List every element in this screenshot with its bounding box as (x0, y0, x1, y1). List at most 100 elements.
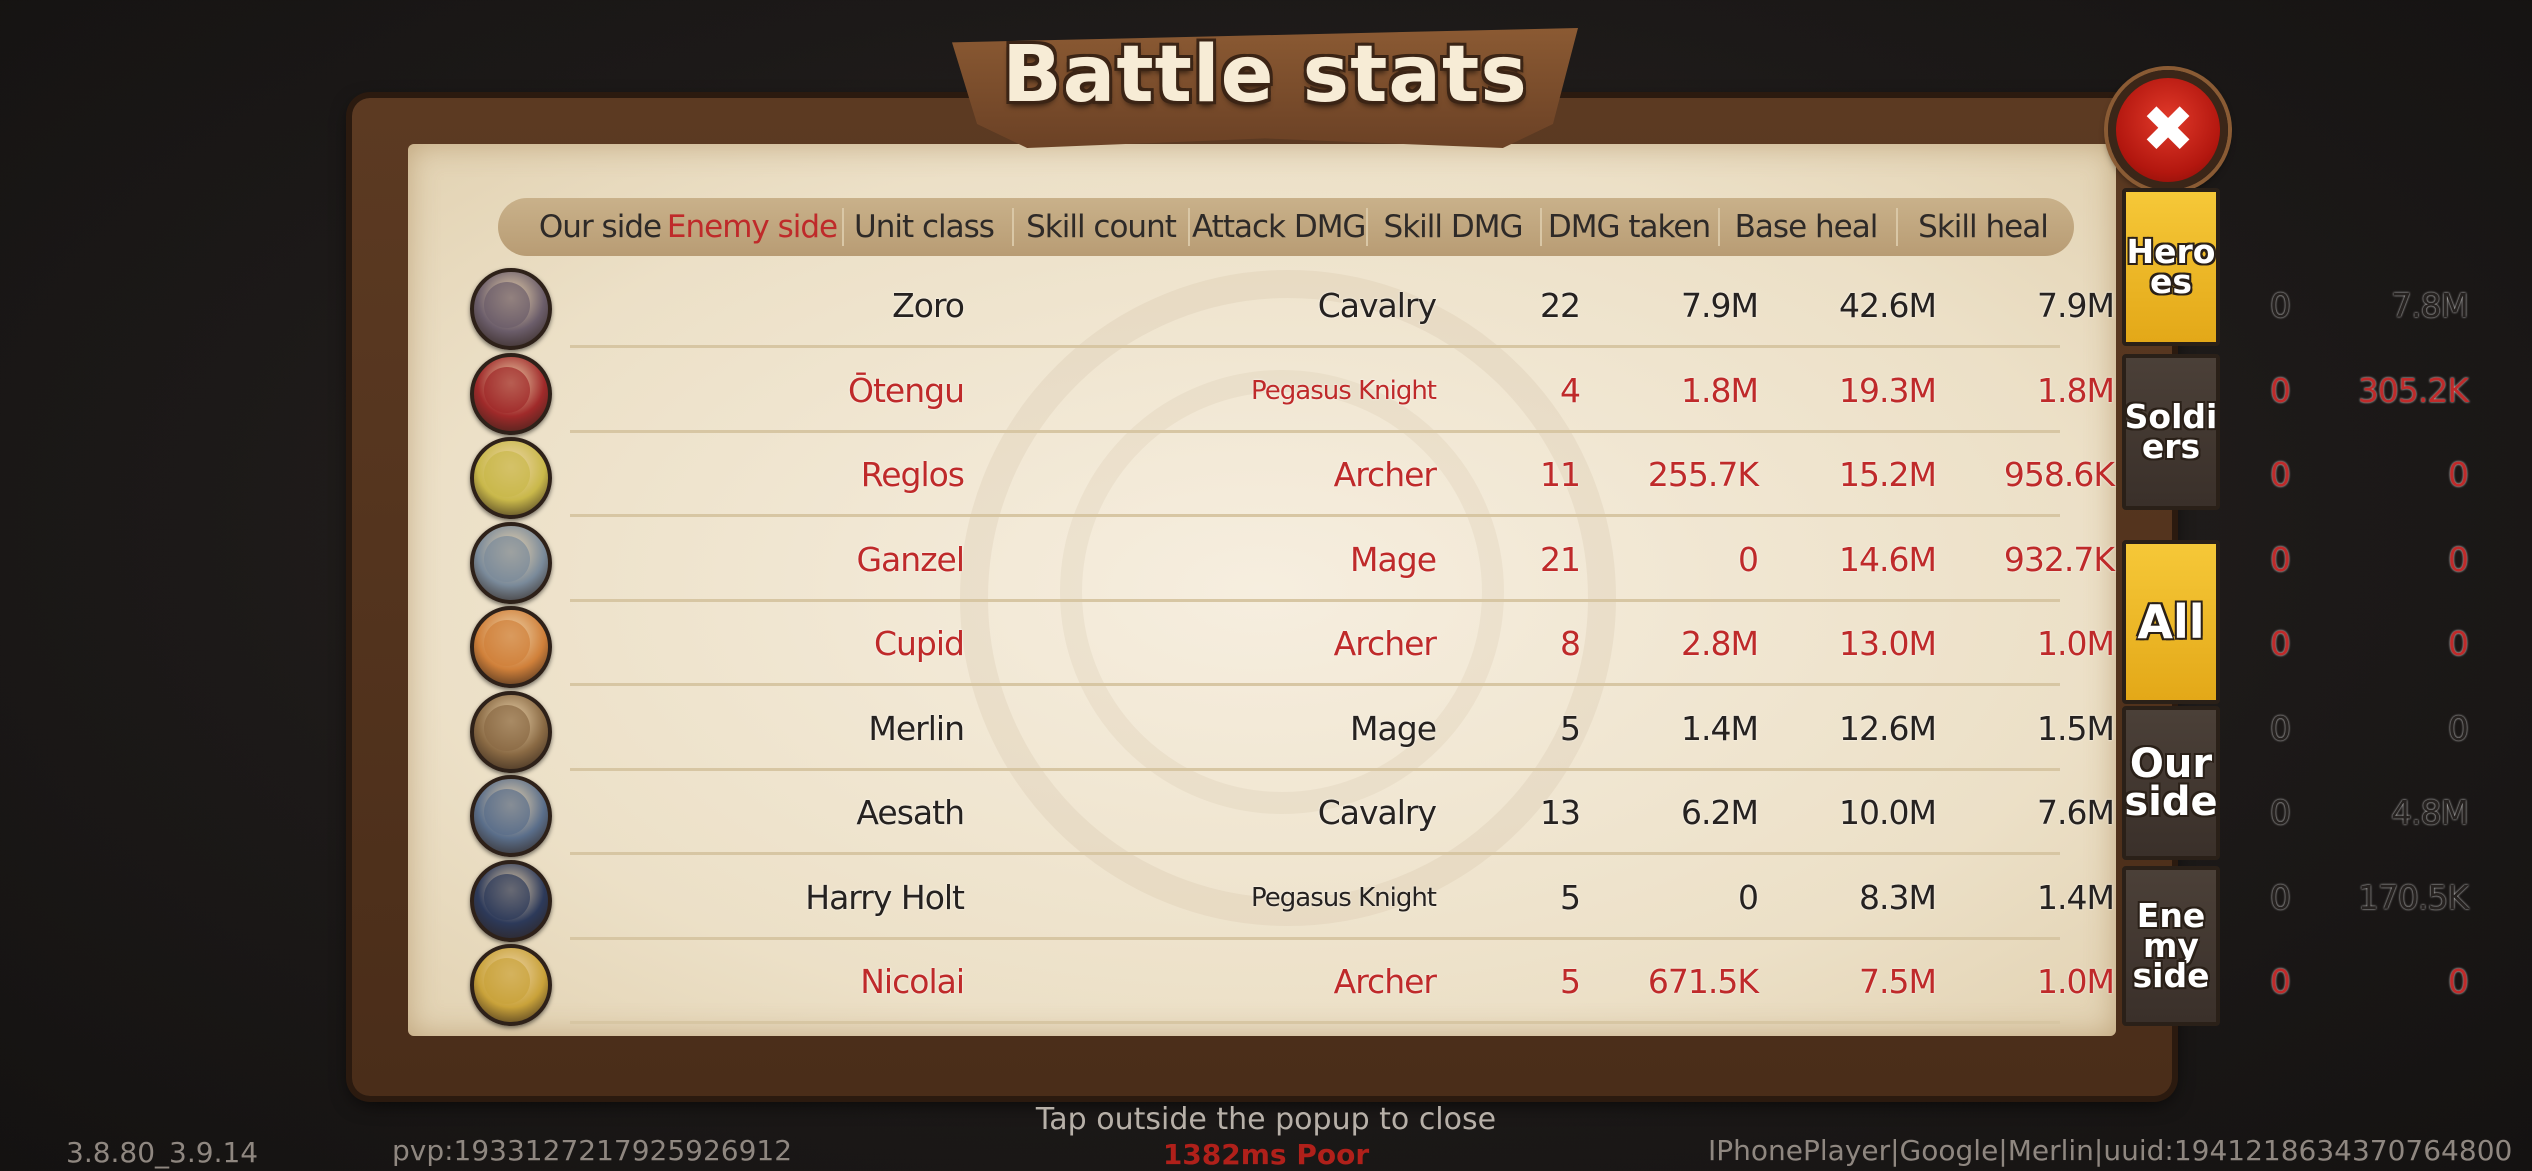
cell-skill-count: 5 (1560, 962, 1581, 1001)
cell-skill-count: 5 (1560, 877, 1581, 917)
cell-unit-class: Archer (1333, 962, 1437, 1001)
header-base-heal: Base heal (1734, 209, 1879, 245)
young-wizard-portrait-icon[interactable] (470, 859, 552, 942)
cell-skill-dmg: 15.2M (1839, 455, 1937, 494)
tab-enemy-side-label: Ene my side (2132, 896, 2210, 995)
header-unit-class: Unit class (854, 209, 995, 245)
tab-heroes-label: Hero es (2126, 232, 2216, 301)
cell-unit-class: Cavalry (1317, 793, 1437, 832)
header-divider (1540, 208, 1542, 246)
cell-attack-dmg: 671.5K (1647, 962, 1759, 1001)
hooded-mage-portrait-icon[interactable] (470, 690, 552, 773)
cell-skill-heal: 0 (2448, 708, 2469, 748)
cell-name: Zoro (892, 286, 965, 325)
header-divider (842, 208, 844, 246)
header-skill-count: Skill count (1026, 209, 1177, 245)
cell-skill-heal: 0 (2448, 962, 2469, 1001)
cell-dmg-taken: 1.4M (2037, 877, 2115, 917)
tab-soldiers-label: Soldi ers (2124, 397, 2218, 466)
close-icon: ✖ (2141, 93, 2195, 167)
table-row[interactable]: Merlin Mage 5 1.4M 12.6M 1.5M 0 0 (420, 687, 2469, 773)
cell-skill-dmg: 12.6M (1839, 708, 1937, 748)
cell-skill-count: 11 (1540, 455, 1581, 494)
cell-skill-dmg: 13.0M (1839, 624, 1937, 663)
portrait-detail (484, 873, 530, 920)
header-our-side[interactable]: Our side (530, 198, 670, 256)
portrait-detail (484, 535, 530, 582)
header-skill-dmg: Skill DMG (1383, 209, 1524, 245)
row-divider (570, 1021, 2060, 1024)
header-skill-heal: Skill heal (1918, 209, 2049, 245)
cell-unit-class: Mage (1350, 708, 1437, 748)
cell-name: Reglos (860, 455, 965, 494)
cell-name: Nicolai (860, 962, 965, 1001)
cell-skill-count: 5 (1560, 708, 1581, 748)
wizard-portrait-icon[interactable] (470, 521, 552, 604)
tab-our-side[interactable]: Our side (2122, 706, 2220, 860)
tab-all[interactable]: All (2122, 540, 2220, 704)
cell-dmg-taken: 1.8M (2037, 370, 2115, 410)
tab-enemy-side[interactable]: Ene my side (2122, 866, 2220, 1026)
cell-name: Harry Holt (805, 877, 965, 917)
cell-name: Merlin (868, 708, 965, 748)
cell-unit-class: Archer (1333, 624, 1437, 663)
ping-status: 1382ms Poor (1162, 1138, 1370, 1171)
cell-attack-dmg: 0 (1738, 539, 1759, 579)
table-row[interactable]: Ōtengu Pegasus Knight 4 1.8M 19.3M 1.8M 0 305.2… (420, 349, 2469, 435)
cell-skill-count: 22 (1540, 286, 1581, 325)
header-enemy-side[interactable]: Enemy side (664, 198, 840, 256)
table-row[interactable]: Reglos Archer 11 255.7K 15.2M 958.6K 0 0 (420, 433, 2469, 519)
elf-archer-portrait-icon[interactable] (470, 437, 552, 519)
tab-our-side-label: Our side (2124, 741, 2218, 825)
table-row[interactable]: Aesath Cavalry 13 6.2M 10.0M 7.6M 0 4.8M (420, 771, 2469, 857)
header-divider (1896, 208, 1898, 246)
cell-attack-dmg: 1.8M (1681, 370, 1759, 410)
close-button[interactable]: ✖ (2108, 70, 2228, 190)
table-row[interactable]: Nicolai Archer 5 671.5K 7.5M 1.0M 0 0 (420, 940, 2469, 1026)
portrait-detail (484, 789, 530, 835)
armored-knight-portrait-icon[interactable] (470, 775, 552, 857)
cell-skill-dmg: 7.5M (1859, 962, 1937, 1001)
cell-skill-heal: 4.8M (2391, 793, 2469, 832)
cell-skill-dmg: 10.0M (1839, 793, 1937, 832)
table-row[interactable]: Zoro Cavalry 22 7.9M 42.6M 7.9M 0 7.8M (420, 264, 2469, 350)
table-row[interactable]: Harry Holt Pegasus Knight 5 0 8.3M 1.4M 0 170.5… (420, 856, 2469, 942)
cell-attack-dmg: 2.8M (1681, 624, 1759, 663)
cell-dmg-taken: 1.5M (2037, 708, 2115, 748)
header-divider (1718, 208, 1720, 246)
cell-attack-dmg: 6.2M (1681, 793, 1759, 832)
cell-skill-count: 13 (1540, 793, 1581, 832)
header-divider (1366, 208, 1368, 246)
cell-skill-heal: 170.5K (2357, 877, 2469, 917)
cell-dmg-taken: 958.6K (2003, 455, 2115, 494)
cell-skill-count: 4 (1560, 370, 1581, 410)
close-hint-text: Tap outside the popup to close (1035, 1102, 1497, 1137)
tab-soldiers[interactable]: Soldi ers (2122, 354, 2220, 510)
portrait-detail (484, 958, 530, 1004)
cell-dmg-taken: 1.0M (2037, 962, 2115, 1001)
tengu-portrait-icon[interactable] (470, 352, 552, 435)
cell-name: Ōtengu (848, 370, 965, 410)
header-attack-dmg: Attack DMG (1192, 209, 1366, 245)
tab-all-label: All (2137, 595, 2205, 649)
cell-skill-dmg: 14.6M (1839, 539, 1937, 579)
popup-title: Battle stats (1002, 30, 1528, 120)
cell-skill-heal: 0 (2448, 455, 2469, 494)
cell-attack-dmg: 255.7K (1647, 455, 1759, 494)
golden-warrior-portrait-icon[interactable] (470, 944, 552, 1026)
cupid-portrait-icon[interactable] (470, 606, 552, 688)
cell-unit-class: Mage (1350, 539, 1437, 579)
cell-skill-dmg: 19.3M (1839, 370, 1937, 410)
dark-knight-portrait-icon[interactable] (470, 268, 552, 350)
cell-skill-count: 8 (1560, 624, 1581, 663)
cell-name: Aesath (856, 793, 965, 832)
cell-attack-dmg: 7.9M (1681, 286, 1759, 325)
cell-skill-dmg: 42.6M (1839, 286, 1937, 325)
header-divider (1188, 208, 1190, 246)
cell-skill-heal: 305.2K (2357, 370, 2469, 410)
table-row[interactable]: Cupid Archer 8 2.8M 13.0M 1.0M 0 0 (420, 602, 2469, 688)
table-row[interactable]: Ganzel Mage 21 0 14.6M 932.7K 0 0 (420, 518, 2469, 604)
tab-heroes[interactable]: Hero es (2122, 188, 2220, 346)
cell-unit-class: Archer (1333, 455, 1437, 494)
cell-skill-heal: 0 (2448, 539, 2469, 579)
